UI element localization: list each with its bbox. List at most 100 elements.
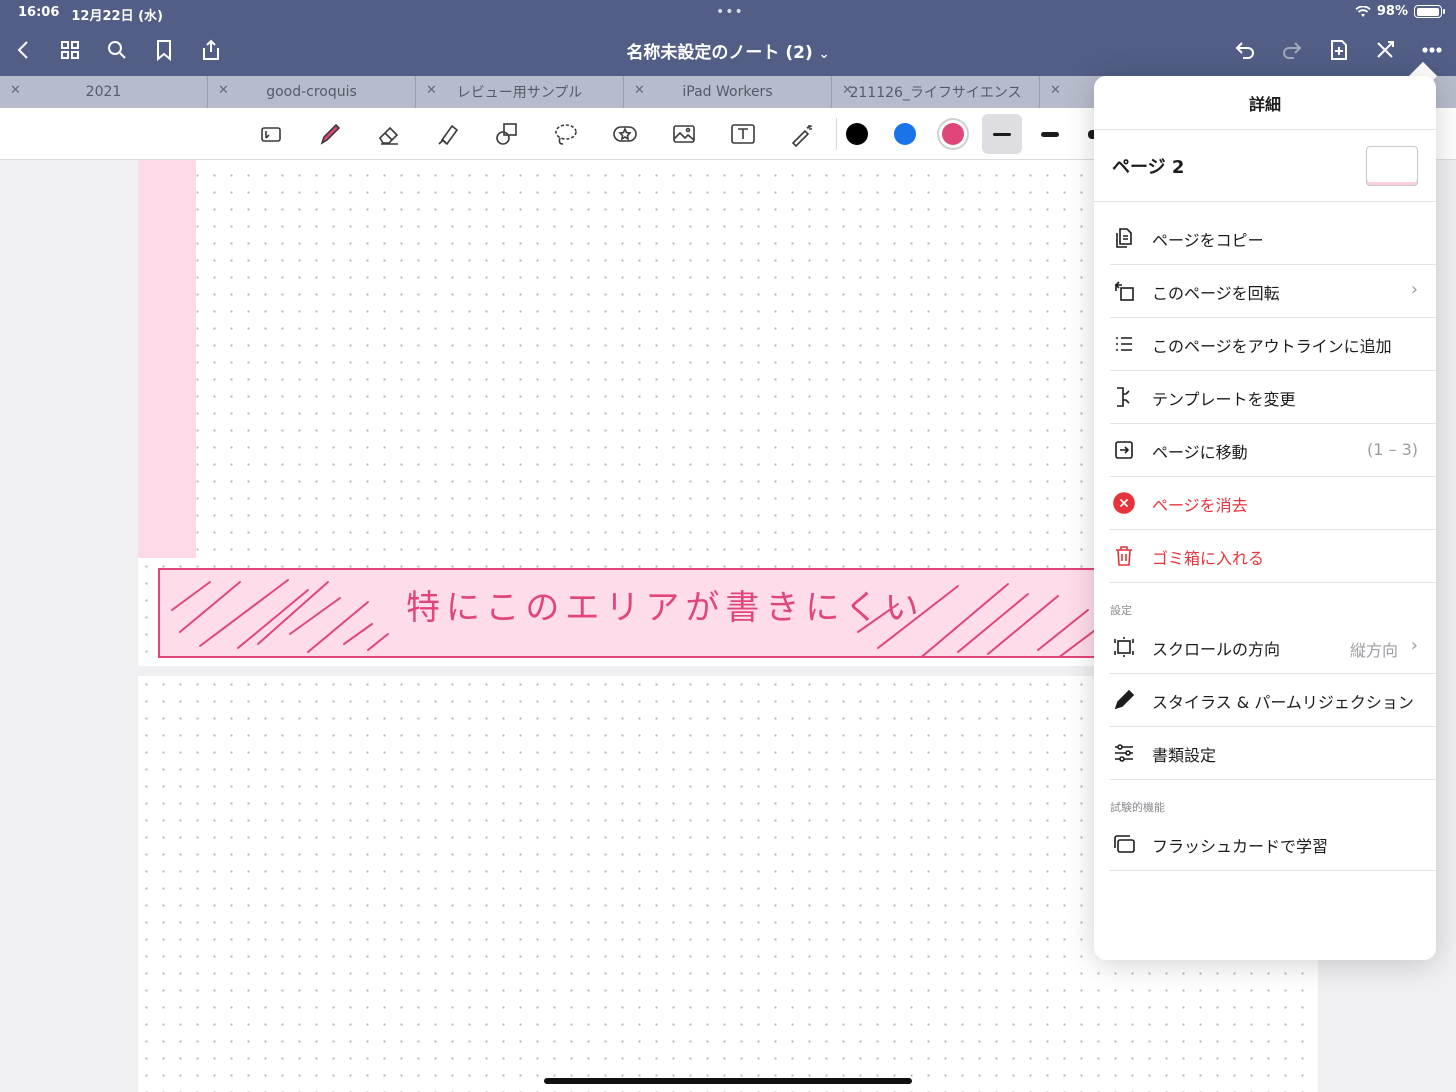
page-thumbnail[interactable]: [1366, 146, 1418, 186]
template-icon: [1112, 385, 1136, 409]
document-settings-button[interactable]: 書類設定: [1094, 727, 1436, 780]
move-to-trash-button[interactable]: ゴミ箱に入れる: [1094, 530, 1436, 583]
bookmark-icon[interactable]: [150, 36, 178, 64]
trash-icon: [1112, 544, 1136, 568]
tab-life-science[interactable]: ✕ 211126_ライフサイエンス: [832, 76, 1040, 108]
scroll-direction-button[interactable]: スクロールの方向 縦方向 ›: [1094, 621, 1436, 674]
undo-icon[interactable]: [1231, 36, 1259, 64]
read-only-mode-icon[interactable]: [254, 118, 288, 150]
copy-page-button[interactable]: ページをコピー: [1094, 212, 1436, 265]
tab-close-icon[interactable]: ✕: [218, 83, 229, 98]
stroke-width-medium[interactable]: [1033, 118, 1067, 150]
tab-close-icon[interactable]: ✕: [426, 83, 437, 98]
clear-icon: [1112, 491, 1136, 515]
shapes-icon[interactable]: [490, 118, 524, 150]
close-editing-icon[interactable]: [1371, 36, 1399, 64]
clear-page-button[interactable]: ページを消去: [1094, 477, 1436, 530]
battery-icon: [1414, 5, 1445, 18]
change-template-button[interactable]: テンプレートを変更: [1094, 371, 1436, 424]
tab-label: good-croquis: [266, 84, 357, 100]
rotate-page-button[interactable]: このページを回転 ›: [1094, 265, 1436, 318]
tab-label: 211126_ライフサイエンス: [849, 85, 1022, 101]
scroll-direction-value: 縦方向: [1349, 641, 1398, 660]
laser-pointer-icon[interactable]: [785, 118, 819, 150]
settings-section-label: 設定: [1110, 604, 1132, 617]
pen-tool-icon[interactable]: [313, 118, 347, 150]
more-icon[interactable]: [1418, 36, 1446, 64]
toolbar-separator: [836, 118, 837, 150]
item-label: スタイラス & パームリジェクション: [1152, 692, 1414, 712]
tab-close-icon[interactable]: ✕: [634, 83, 645, 98]
stroke-thin-icon: [993, 132, 1011, 136]
details-popover: 詳細 ページ 2 ページをコピー このページを回転 › このページをアウトライン…: [1094, 76, 1436, 960]
go-to-page-icon: [1112, 438, 1136, 462]
lasso-icon[interactable]: [549, 118, 583, 150]
color-swatch-pink-selected[interactable]: [942, 123, 964, 145]
color-swatch-blue[interactable]: [894, 123, 916, 145]
popover-title: 詳細: [1094, 76, 1436, 130]
chevron-right-icon: ›: [1410, 279, 1418, 300]
page-range-detail: (1 – 3): [1366, 440, 1418, 459]
stroke-width-thin[interactable]: [982, 114, 1022, 154]
multitasking-dots[interactable]: •••: [716, 4, 744, 20]
image-icon[interactable]: [667, 118, 701, 150]
flashcard-study-button[interactable]: フラッシュカードで学習: [1094, 818, 1436, 871]
add-page-icon[interactable]: [1325, 36, 1353, 64]
copy-icon: [1112, 226, 1136, 250]
grid-icon[interactable]: [56, 36, 84, 64]
eraser-icon[interactable]: [372, 118, 406, 150]
flashcard-icon: [1112, 832, 1136, 856]
redo-icon[interactable]: [1278, 36, 1306, 64]
outline-icon: [1112, 332, 1136, 356]
stylus-icon: [1112, 688, 1136, 712]
page-label: ページ 2: [1112, 156, 1185, 178]
item-label: ページを消去: [1152, 495, 1248, 515]
tab-good-croquis[interactable]: ✕ good-croquis: [208, 76, 416, 108]
current-page-row: ページ 2: [1094, 130, 1436, 202]
tab-label: iPad Workers: [682, 84, 773, 100]
share-icon[interactable]: [197, 36, 225, 64]
elements-icon[interactable]: [608, 118, 642, 150]
sliders-icon: [1112, 741, 1136, 765]
item-label: ゴミ箱に入れる: [1152, 548, 1265, 568]
tab-ipad-workers[interactable]: ✕ iPad Workers: [624, 76, 832, 108]
stroke-medium-icon: [1041, 131, 1059, 137]
tab-label: 2021: [85, 84, 122, 100]
experimental-section-label: 試験的機能: [1110, 801, 1165, 814]
item-label: このページをアウトラインに追加: [1152, 336, 1392, 356]
color-swatch-black[interactable]: [846, 123, 868, 145]
status-time: 16:06: [18, 5, 60, 20]
home-indicator[interactable]: [544, 1078, 912, 1084]
tab-review-sample[interactable]: ✕ レビュー用サンプル: [416, 76, 624, 108]
item-label: ページをコピー: [1152, 230, 1264, 250]
add-to-outline-button[interactable]: このページをアウトラインに追加: [1094, 318, 1436, 371]
item-label: スクロールの方向: [1152, 639, 1281, 659]
tab-2021[interactable]: ✕ 2021: [0, 76, 208, 108]
document-title-button[interactable]: 名称未設定のノート (2) ⌄: [626, 43, 829, 63]
go-to-page-button[interactable]: ページに移動 (1 – 3): [1094, 424, 1436, 477]
tab-close-icon[interactable]: ✕: [842, 83, 853, 98]
status-time-date: 16:06 12月22日 (水): [18, 5, 163, 24]
item-label: ページに移動: [1152, 442, 1248, 462]
status-right: 98%: [1355, 4, 1445, 19]
chevron-down-icon: ⌄: [818, 47, 830, 62]
text-tool-icon[interactable]: [726, 118, 760, 150]
handwritten-note: 特にこのエリアが書きにくい: [406, 588, 925, 628]
tab-close-icon[interactable]: ✕: [1050, 83, 1061, 98]
item-label: このページを回転: [1152, 283, 1280, 303]
document-title-text: 名称未設定のノート (2): [626, 43, 813, 63]
status-date: 12月22日 (水): [71, 9, 163, 24]
tab-label: レビュー用サンプル: [456, 85, 583, 101]
battery-percent: 98%: [1376, 4, 1408, 19]
chevron-right-icon: ›: [1410, 635, 1418, 656]
wifi-icon: [1355, 5, 1371, 17]
highlighter-icon[interactable]: [431, 118, 465, 150]
item-label: 書類設定: [1152, 745, 1217, 765]
pink-highlight-margin: [138, 160, 196, 558]
stylus-palm-rejection-button[interactable]: スタイラス & パームリジェクション: [1094, 674, 1436, 727]
search-icon[interactable]: [103, 36, 131, 64]
top-bar: 16:06 12月22日 (水) ••• 98% 名称未設定のノート (2) ⌄: [0, 0, 1456, 76]
tab-close-icon[interactable]: ✕: [10, 83, 21, 98]
back-icon[interactable]: [10, 36, 38, 64]
rotate-icon: [1112, 279, 1136, 303]
